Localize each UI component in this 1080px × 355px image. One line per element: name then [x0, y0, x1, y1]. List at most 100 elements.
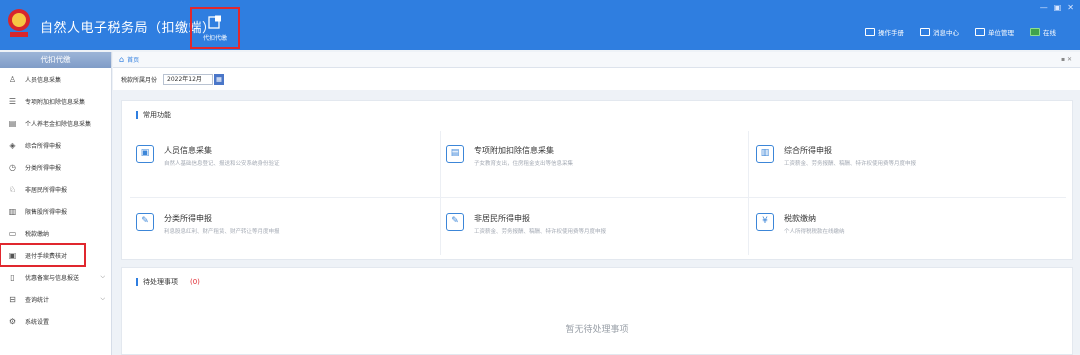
- monitor-card-icon: ▤: [446, 145, 464, 163]
- clock-icon: ◷: [9, 162, 16, 172]
- payment-icon: ¥: [756, 213, 774, 231]
- sidebar-item-restricted-shares[interactable]: ▥ 限售股所得申报: [0, 200, 111, 222]
- monitor-icon: [1030, 28, 1040, 36]
- tab-options-icon[interactable]: ▪ ✕: [1061, 56, 1072, 63]
- top-link-label: 消息中心: [933, 29, 959, 37]
- sidebar-item-nonresident-income[interactable]: ♘ 非居民所得申报: [0, 178, 111, 200]
- query-icon: ⊟: [9, 294, 16, 304]
- sidebar-item-preferential-filing[interactable]: ▯ 优惠备案与信息报送 ⌵: [0, 266, 111, 288]
- sidebar-item-pension-deduction[interactable]: ▤ 个人养老金扣除信息采集: [0, 112, 111, 134]
- sidebar-item-label: 优惠备案与信息报送: [25, 274, 80, 282]
- sidebar-item-refund-fee-check[interactable]: ▣ 退付手续费核对: [0, 243, 86, 267]
- common-functions-title: 常用功能: [136, 111, 171, 119]
- sidebar-item-label: 退付手续费核对: [25, 252, 68, 260]
- maximize-button[interactable]: ▣: [1054, 3, 1062, 12]
- id-card-icon: ▣: [136, 145, 154, 163]
- top-link-manual[interactable]: 操作手册: [865, 27, 904, 37]
- building-icon: [975, 28, 985, 36]
- common-functions-panel: 常用功能 ▣ 人员信息采集 自然人基础信息登记、报送和公安系统身份验证 ▤ 专项…: [121, 100, 1073, 260]
- tax-period-select[interactable]: 2022年12月: [163, 73, 214, 85]
- document-icon: ▤: [8, 118, 17, 128]
- sidebar-item-label: 个人养老金扣除信息采集: [25, 120, 92, 128]
- person-outline-icon: ♘: [8, 184, 17, 194]
- card-desc: 个人所得税税款在线缴纳: [784, 229, 845, 235]
- list-icon: ☰: [8, 96, 17, 106]
- withholding-module-icon: [208, 15, 221, 29]
- sidebar-item-label: 系统设置: [25, 318, 50, 326]
- file-upload-icon: ▯: [10, 272, 15, 282]
- card-title: 税款缴纳: [784, 214, 816, 223]
- chevron-down-icon: ⌵: [100, 273, 105, 280]
- card-tax-payment[interactable]: ¥ 税款缴纳 个人所得税税款在线缴纳: [748, 201, 1048, 251]
- gear-icon: ⚙: [8, 316, 17, 326]
- sidebar-item-query-statistics[interactable]: ⊟ 查询统计 ⌵: [0, 288, 111, 310]
- card-title: 综合所得申报: [784, 146, 832, 155]
- card-comprehensive-income[interactable]: ▥ 综合所得申报 工资薪金、劳务报酬、稿酬、特许权使用费等月度申报: [748, 133, 1048, 183]
- card-classified-income[interactable]: ✎ 分类所得申报 利息股息红利、财产租赁、财产转让等月度申报: [128, 201, 428, 251]
- module-label: 代扣代缴: [202, 34, 227, 42]
- layers-icon: ◈: [9, 140, 16, 150]
- pending-panel: 待处理事项 (0) 暂无待处理事项: [121, 267, 1073, 355]
- card-person-info[interactable]: ▣ 人员信息采集 自然人基础信息登记、报送和公安系统身份验证: [128, 133, 428, 183]
- sidebar-item-tax-payment[interactable]: ▭ 税款缴纳: [0, 222, 111, 244]
- top-link-messages[interactable]: 消息中心: [920, 27, 959, 37]
- report-icon: ▥: [756, 145, 774, 163]
- top-links: 操作手册 消息中心 单位管理 在线: [865, 27, 1056, 37]
- tab-bar: ⌂ 首页 ▪ ✕: [113, 52, 1080, 68]
- sidebar-item-label: 专项附加扣除信息采集: [25, 98, 86, 106]
- edit-icon: ✎: [136, 213, 154, 231]
- wallet-icon: ▭: [8, 228, 17, 238]
- sidebar-item-label: 税款缴纳: [25, 230, 50, 238]
- main-content: ⌂ 首页 ▪ ✕ 税款所属月份 2022年12月 ▦ 常用功能 ▣ 人员信息采集…: [113, 52, 1080, 355]
- calendar-icon[interactable]: ▦: [214, 73, 225, 85]
- minimize-button[interactable]: —: [1040, 3, 1048, 12]
- tax-period-row: 税款所属月份 2022年12月 ▦: [113, 68, 1080, 90]
- sidebar-header: 代扣代缴: [0, 52, 111, 68]
- card-title: 分类所得申报: [164, 214, 212, 223]
- card-desc: 自然人基础信息登记、报送和公安系统身份验证: [164, 161, 280, 167]
- card-title: 专项附加扣除信息采集: [474, 146, 554, 155]
- pending-title-label: 待处理事项: [143, 278, 178, 286]
- tax-emblem-icon: [8, 9, 30, 37]
- sidebar-item-comprehensive-income[interactable]: ◈ 综合所得申报: [0, 134, 111, 156]
- card-desc: 利息股息红利、财产租赁、财产转让等月度申报: [164, 229, 280, 235]
- sidebar-item-label: 非居民所得申报: [25, 186, 68, 194]
- close-button[interactable]: ✕: [1067, 3, 1074, 12]
- sidebar-item-system-settings[interactable]: ⚙ 系统设置: [0, 310, 111, 332]
- sidebar-item-classified-income[interactable]: ◷ 分类所得申报: [0, 156, 111, 178]
- pending-count: (0): [190, 278, 200, 286]
- window-controls: — ▣ ✕: [1040, 3, 1074, 12]
- sidebar-item-special-deduction[interactable]: ☰ 专项附加扣除信息采集: [0, 90, 111, 112]
- card-nonresident-income[interactable]: ✎ 非居民所得申报 工资薪金、劳务报酬、稿酬、特许权使用费等月度申报: [438, 201, 738, 251]
- sidebar-item-label: 分类所得申报: [25, 164, 62, 172]
- card-desc: 工资薪金、劳务报酬、稿酬、特许权使用费等月度申报: [784, 161, 917, 167]
- empty-state-text: 暂无待处理事项: [565, 325, 629, 335]
- top-link-unit-management[interactable]: 单位管理: [975, 27, 1014, 37]
- sidebar-item-person-info[interactable]: ♙ 人员信息采集: [0, 68, 111, 90]
- person-icon: ♙: [8, 74, 17, 84]
- sidebar-item-label: 人员信息采集: [25, 76, 62, 84]
- card-desc: 工资薪金、劳务报酬、稿酬、特许权使用费等月度申报: [474, 229, 607, 235]
- sidebar-item-label: 查询统计: [25, 296, 50, 304]
- top-link-label: 单位管理: [988, 29, 1014, 37]
- sidebar-item-label: 综合所得申报: [25, 142, 62, 150]
- tax-period-label: 税款所属月份: [121, 76, 158, 84]
- bar-chart-icon: ▥: [8, 206, 17, 216]
- card-title: 非居民所得申报: [474, 214, 530, 223]
- module-withholding-button[interactable]: 代扣代缴: [190, 7, 240, 49]
- book-icon: [865, 28, 875, 36]
- top-link-online-status[interactable]: 在线: [1030, 27, 1056, 37]
- pending-title: 待处理事项 (0): [136, 278, 200, 286]
- top-link-label: 在线: [1043, 29, 1056, 37]
- chevron-down-icon: ⌵: [100, 295, 105, 302]
- top-bar: 自然人电子税务局（扣缴端） 代扣代缴 — ▣ ✕ 操作手册 消息中心 单位管理 …: [0, 0, 1080, 50]
- tab-home[interactable]: 首页: [127, 55, 139, 64]
- home-icon: ⌂: [119, 55, 125, 64]
- sidebar: 代扣代缴 ♙ 人员信息采集 ☰ 专项附加扣除信息采集 ▤ 个人养老金扣除信息采集…: [0, 52, 112, 355]
- card-desc: 子女教育支出，住房租金支出等信息采集: [474, 161, 574, 167]
- edit-icon: ✎: [446, 213, 464, 231]
- divider: [130, 197, 1066, 198]
- mail-icon: [920, 28, 930, 36]
- card-special-deduction[interactable]: ▤ 专项附加扣除信息采集 子女教育支出，住房租金支出等信息采集: [438, 133, 738, 183]
- check-document-icon: ▣: [8, 250, 17, 260]
